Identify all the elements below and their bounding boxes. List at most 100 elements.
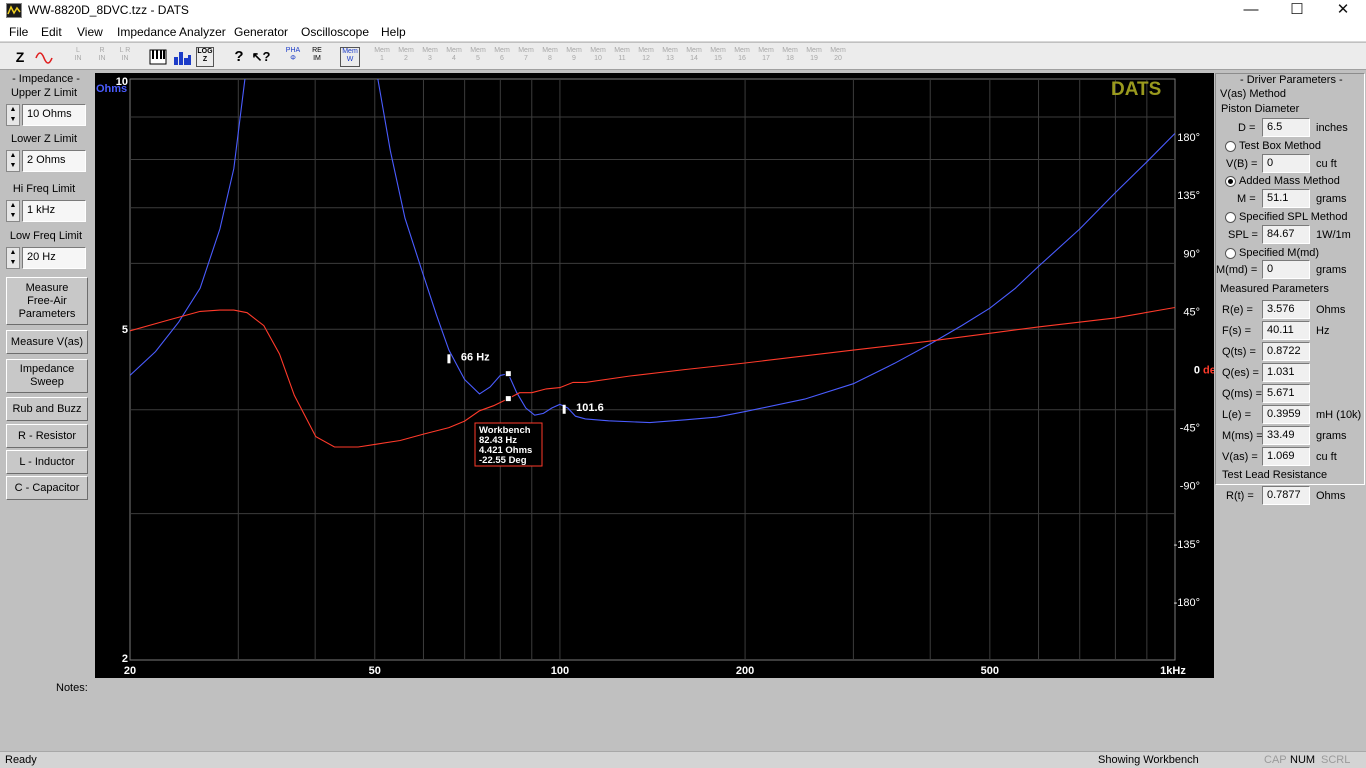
measured-value[interactable]: 1.031 [1262, 363, 1310, 382]
measured-value[interactable]: 0.8722 [1262, 342, 1310, 361]
added-mass-radio[interactable] [1225, 176, 1236, 187]
status-showing: Showing Workbench [1098, 754, 1199, 766]
menu-edit[interactable]: Edit [41, 25, 62, 39]
low-freq-spinner[interactable]: ▲ ▼ [6, 247, 20, 269]
test-box-radio[interactable] [1225, 141, 1236, 152]
l-in-button[interactable]: L IN [70, 47, 86, 67]
measure-free-air-button[interactable]: Measure Free-Air Parameters [6, 277, 88, 325]
status-ready: Ready [5, 754, 37, 766]
upper-z-field[interactable]: 10 Ohms [22, 104, 86, 126]
context-help-icon[interactable]: ↖? [250, 46, 272, 68]
vb-field[interactable]: 0 [1262, 154, 1310, 173]
z-mode-button[interactable]: Z [9, 46, 31, 68]
frequency-marker [447, 354, 451, 364]
menu-bar: File Edit View Impedance Analyzer Genera… [0, 22, 1366, 42]
memory-button-6[interactable]: Mem 6 [492, 47, 512, 67]
vb-unit: cu ft [1316, 158, 1337, 170]
memory-button-3[interactable]: Mem 3 [420, 47, 440, 67]
piano-keys-icon[interactable] [147, 46, 169, 68]
impedance-sweep-button[interactable]: Impedance Sweep [6, 359, 88, 393]
measured-value[interactable]: 33.49 [1262, 426, 1310, 445]
hi-freq-spinner[interactable]: ▲ ▼ [6, 200, 20, 222]
rt-field[interactable]: 0.7877 [1262, 486, 1310, 505]
memory-button-13[interactable]: Mem 13 [660, 47, 680, 67]
memory-button-11[interactable]: Mem 11 [612, 47, 632, 67]
measured-value[interactable]: 0.3959 [1262, 405, 1310, 424]
spl-field[interactable]: 84.67 [1262, 225, 1310, 244]
memory-button-16[interactable]: Mem 16 [732, 47, 752, 67]
memory-button-9[interactable]: Mem 9 [564, 47, 584, 67]
status-cap: CAP [1264, 754, 1287, 766]
m-field[interactable]: 51.1 [1262, 189, 1310, 208]
lr-in-button[interactable]: L R IN [116, 47, 134, 67]
measure-vas-button[interactable]: Measure V(as) [6, 330, 88, 354]
memory-button-7[interactable]: Mem 7 [516, 47, 536, 67]
memory-button-12[interactable]: Mem 12 [636, 47, 656, 67]
specified-mmd-label: Specified M(md) [1239, 247, 1320, 259]
plot-frame [129, 78, 1176, 661]
memory-button-4[interactable]: Mem 4 [444, 47, 464, 67]
specified-mmd-radio[interactable] [1225, 248, 1236, 259]
rt-label: R(t) = [1226, 490, 1254, 502]
memory-button-8[interactable]: Mem 8 [540, 47, 560, 67]
measured-value[interactable]: 40.11 [1262, 321, 1310, 340]
specified-spl-radio[interactable] [1225, 212, 1236, 223]
memory-button-17[interactable]: Mem 17 [756, 47, 776, 67]
memory-button-10[interactable]: Mem 10 [588, 47, 608, 67]
mmd-label: M(md) = [1216, 264, 1258, 276]
measured-value[interactable]: 5.671 [1262, 384, 1310, 403]
re-im-button[interactable]: RE IM [307, 47, 327, 67]
menu-generator[interactable]: Generator [234, 25, 288, 39]
y-tick-label-right: -135° [1174, 539, 1200, 551]
y-tick-label-left: 10 [116, 76, 128, 88]
cursor-point-phase [504, 395, 512, 403]
cursor-readout-line: -22.55 Deg [479, 455, 527, 466]
piston-diameter-label: Piston Diameter [1221, 103, 1300, 115]
d-field[interactable]: 6.5 [1262, 118, 1310, 137]
menu-impedance-analyzer[interactable]: Impedance Analyzer [117, 25, 226, 39]
memory-button-18[interactable]: Mem 18 [780, 47, 800, 67]
memory-button-2[interactable]: Mem 2 [396, 47, 416, 67]
phase-button[interactable]: PHA Φ [283, 47, 303, 67]
d-unit: inches [1316, 122, 1348, 134]
menu-oscilloscope[interactable]: Oscilloscope [301, 25, 369, 39]
inductor-button[interactable]: L - Inductor [6, 450, 88, 474]
capacitor-button[interactable]: C - Capacitor [6, 476, 88, 500]
memory-button-5[interactable]: Mem 5 [468, 47, 488, 67]
impedance-plot[interactable]: DATS Ohms 10 5 2 180° 135° 90° 45° 0 -45° -90° -135°… [95, 73, 1223, 678]
y-tick-label-right: 180° [1177, 132, 1200, 144]
lower-z-field[interactable]: 2 Ohms [22, 150, 86, 172]
menu-view[interactable]: View [77, 25, 103, 39]
toolbar: Z L IN R IN L R IN LOG Z ? ↖? PHA Φ RE I… [0, 43, 1366, 70]
mmd-field[interactable]: 0 [1262, 260, 1310, 279]
memory-button-20[interactable]: Mem 20 [828, 47, 848, 67]
memory-button-15[interactable]: Mem 15 [708, 47, 728, 67]
minimize-button[interactable]: — [1228, 0, 1274, 22]
menu-file[interactable]: File [9, 25, 28, 39]
measured-label: F(s) = [1222, 325, 1252, 337]
x-tick-label: 50 [369, 665, 381, 677]
mem-w-button[interactable]: Mem W [340, 47, 360, 67]
memory-button-14[interactable]: Mem 14 [684, 47, 704, 67]
help-icon[interactable]: ? [228, 46, 250, 68]
memory-button-19[interactable]: Mem 19 [804, 47, 824, 67]
menu-help[interactable]: Help [381, 25, 406, 39]
memory-button-1[interactable]: Mem 1 [372, 47, 392, 67]
r-in-button[interactable]: R IN [94, 47, 110, 67]
log-z-button[interactable]: LOG Z [196, 47, 214, 67]
notes-area[interactable] [95, 682, 1213, 748]
measured-value[interactable]: 3.576 [1262, 300, 1310, 319]
lower-z-spinner[interactable]: ▲ ▼ [6, 150, 20, 172]
bar-graph-icon[interactable] [171, 46, 193, 68]
upper-z-spinner[interactable]: ▲ ▼ [6, 104, 20, 126]
low-freq-field[interactable]: 20 Hz [22, 247, 86, 269]
rub-and-buzz-button[interactable]: Rub and Buzz [6, 397, 88, 421]
maximize-button[interactable]: ☐ [1274, 0, 1320, 22]
hi-freq-field[interactable]: 1 kHz [22, 200, 86, 222]
sine-wave-icon[interactable] [33, 46, 55, 68]
close-button[interactable]: ✕ [1320, 0, 1366, 22]
resistor-button[interactable]: R - Resistor [6, 424, 88, 448]
measured-value[interactable]: 1.069 [1262, 447, 1310, 466]
impedance-chart-svg[interactable]: DATSOhms1052180°135°90°45°0-45°-90°-135°… [95, 73, 1223, 678]
status-bar: Ready Showing Workbench CAP NUM SCRL [0, 751, 1366, 768]
